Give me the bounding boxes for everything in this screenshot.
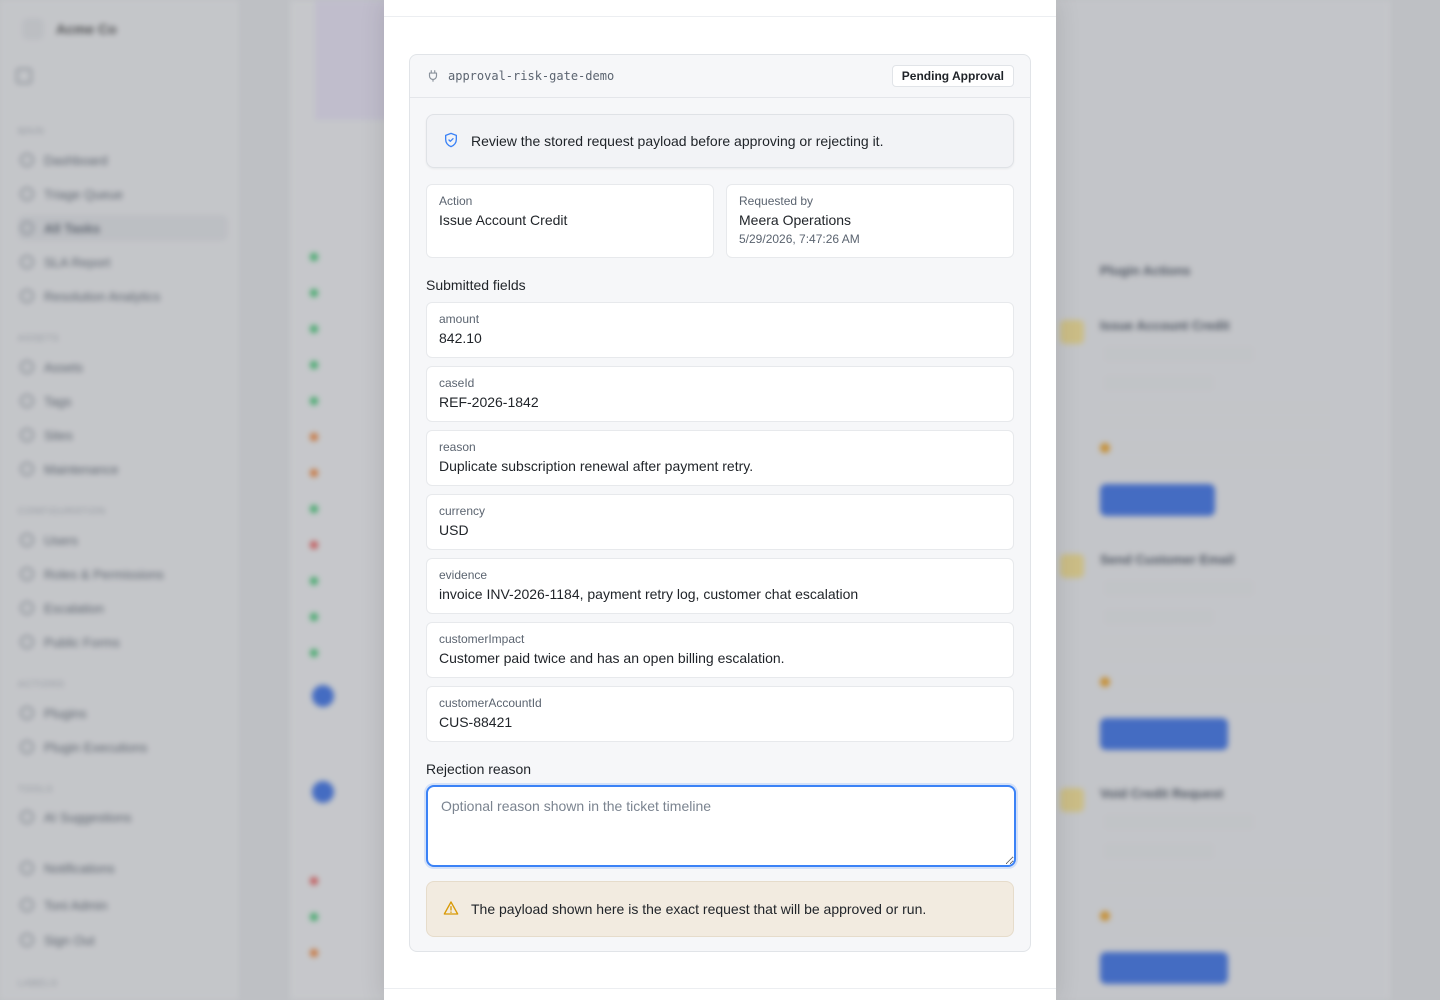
field-value: CUS-88421	[439, 714, 513, 730]
field-key: reason	[439, 440, 476, 454]
requested-by-card: Requested by Meera Operations 5/29/2026,…	[726, 184, 1014, 258]
plugin-icon	[426, 69, 440, 83]
warning-icon	[443, 900, 459, 919]
action-label: Action	[439, 194, 473, 208]
approval-review-modal: approval-risk-gate-demo Pending Approval…	[384, 0, 1056, 1000]
field-value: Duplicate subscription renewal after pay…	[439, 458, 754, 474]
field-key: caseId	[439, 376, 475, 390]
field-value: REF-2026-1842	[439, 394, 539, 410]
submitted-fields-title: Submitted fields	[426, 277, 526, 293]
field-evidence: evidence invoice INV-2026-1184, payment …	[426, 558, 1014, 614]
field-key: currency	[439, 504, 486, 518]
requester-name: Meera Operations	[739, 212, 852, 228]
field-key: amount	[439, 312, 480, 326]
field-amount: amount 842.10	[426, 302, 1014, 358]
plugin-id-text: approval-risk-gate-demo	[448, 69, 615, 83]
request-timestamp: 5/29/2026, 7:47:26 AM	[739, 232, 860, 246]
payload-warning: The payload shown here is the exact requ…	[426, 881, 1014, 937]
warning-text: The payload shown here is the exact requ…	[471, 901, 927, 917]
field-value: Customer paid twice and has an open bill…	[439, 650, 785, 666]
plugin-identifier: approval-risk-gate-demo	[426, 69, 614, 83]
modal-header-divider	[384, 16, 1056, 17]
request-panel: approval-risk-gate-demo Pending Approval…	[409, 54, 1031, 952]
field-key: customerImpact	[439, 632, 525, 646]
action-card: Action Issue Account Credit	[426, 184, 714, 258]
field-currency: currency USD	[426, 494, 1014, 550]
field-key: evidence	[439, 568, 488, 582]
field-key: customerAccountId	[439, 696, 542, 710]
rejection-reason-label: Rejection reason	[426, 761, 532, 777]
field-caseid: caseId REF-2026-1842	[426, 366, 1014, 422]
panel-header: approval-risk-gate-demo Pending Approval	[410, 55, 1030, 98]
field-value: invoice INV-2026-1184, payment retry log…	[439, 586, 859, 602]
rejection-reason-input[interactable]	[426, 785, 1016, 867]
modal-footer-divider	[384, 988, 1056, 989]
requested-by-label: Requested by	[739, 194, 814, 208]
status-badge: Pending Approval	[891, 65, 1014, 87]
notice-text: Review the stored request payload before…	[471, 133, 884, 149]
field-customer-account-id: customerAccountId CUS-88421	[426, 686, 1014, 742]
shield-icon	[443, 132, 459, 151]
review-notice: Review the stored request payload before…	[426, 114, 1014, 168]
field-reason: reason Duplicate subscription renewal af…	[426, 430, 1014, 486]
field-value: USD	[439, 522, 469, 538]
field-value: 842.10	[439, 330, 482, 346]
field-customer-impact: customerImpact Customer paid twice and h…	[426, 622, 1014, 678]
action-value: Issue Account Credit	[439, 212, 568, 228]
